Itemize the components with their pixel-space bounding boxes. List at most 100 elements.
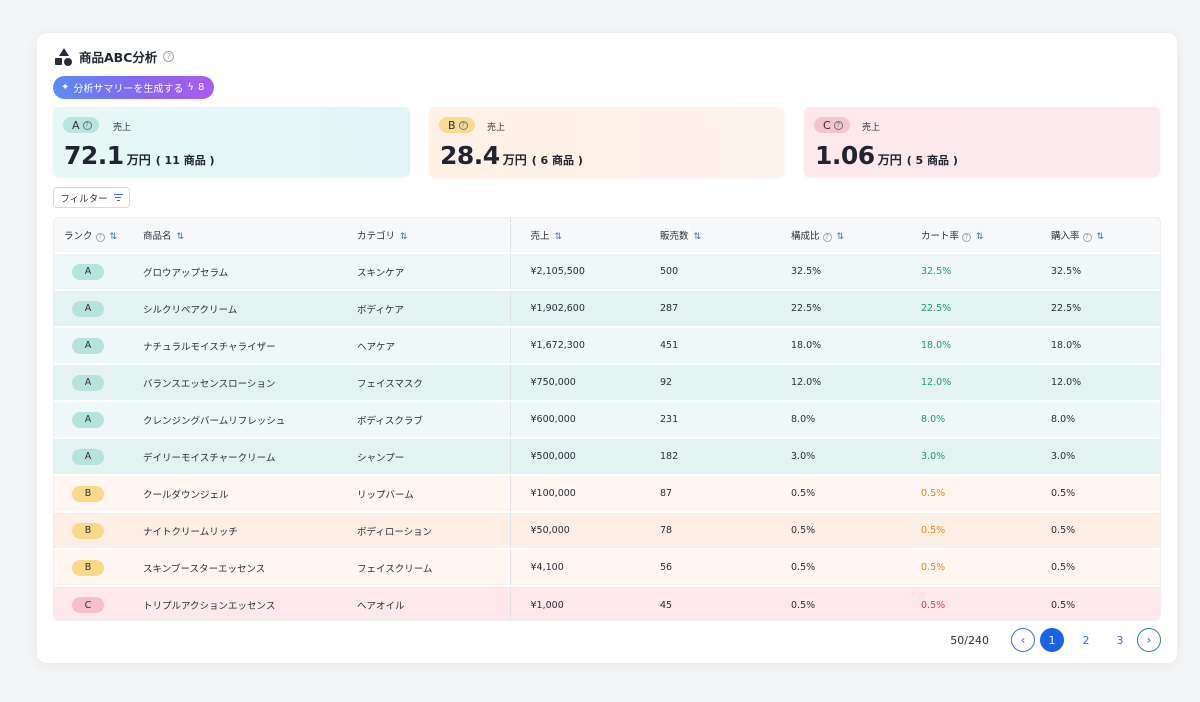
- cell-category: ボディローション: [347, 512, 511, 549]
- cell-cart-rate: 0.5%: [921, 525, 946, 536]
- col-share[interactable]: 構成比? ⇅: [771, 218, 901, 253]
- cell-product-name: バランスエッセンスローション: [143, 378, 276, 390]
- cell-purchase-rate: 0.5%: [1051, 525, 1076, 536]
- help-icon[interactable]: ?: [163, 51, 175, 62]
- table-row[interactable]: B クールダウンジェル リップバーム ¥100,000 87 0.5% 0.5% 0.5%: [54, 475, 1160, 512]
- rank-badge: C: [72, 597, 104, 613]
- help-icon[interactable]: ?: [82, 120, 92, 130]
- filter-label: フィルター: [60, 193, 108, 205]
- cell-share: 32.5%: [791, 266, 822, 277]
- page-3[interactable]: 3: [1108, 628, 1132, 652]
- cell-cart-rate: 18.0%: [921, 340, 952, 351]
- summary-amount: 72.1: [64, 141, 124, 170]
- summary-count: ( 6 商品 ): [531, 154, 583, 167]
- cell-rank: B: [54, 512, 132, 549]
- sort-icon: ⇅: [976, 232, 984, 242]
- rank-badge: A: [72, 300, 104, 317]
- table-row[interactable]: B ナイトクリームリッチ ボディローション ¥50,000 78 0.5% 0.5% 0.5%: [54, 512, 1160, 549]
- table-row[interactable]: A シルクリペアクリーム ボディケア ¥1,902,600 287 22.5% 22.5% 2…: [54, 290, 1160, 327]
- col-sales[interactable]: 売上 ⇅: [510, 218, 640, 253]
- table-row[interactable]: A グロウアップセラム スキンケア ¥2,105,500 500 32.5% 32.5% 32…: [54, 253, 1160, 290]
- cell-share: 22.5%: [791, 303, 822, 314]
- filter-button[interactable]: フィルター: [53, 187, 130, 208]
- col-product-name[interactable]: 商品名 ⇅: [132, 218, 347, 253]
- rank-pill-c: C ?: [814, 117, 850, 133]
- cell-quantity: 92: [660, 377, 673, 388]
- cell-cart-rate: 22.5%: [921, 303, 952, 314]
- cell-share: 3.0%: [791, 451, 816, 462]
- col-category[interactable]: カテゴリ ⇅: [347, 218, 511, 253]
- filter-icon: [113, 194, 123, 201]
- page-2[interactable]: 2: [1074, 628, 1098, 652]
- pagination-count: 50/240: [950, 633, 989, 647]
- help-icon: ?: [962, 233, 972, 242]
- cell-purchase-rate: 8.0%: [1051, 414, 1076, 425]
- cell-sales: ¥1,672,300: [530, 340, 585, 351]
- cell-sales: ¥750,000: [530, 377, 576, 388]
- cell-cart-rate: 8.0%: [921, 414, 946, 425]
- cell-rank: A: [54, 327, 132, 364]
- sort-icon: ⇅: [400, 232, 408, 242]
- cell-cart-rate: 0.5%: [921, 599, 946, 611]
- abc-analysis-card: 商品ABC分析 ? ✦ 分析サマリーを生成する ϟ 8 A ? 売上 72.1 …: [37, 33, 1177, 663]
- cell-category: ボディケア: [347, 290, 511, 327]
- cell-category: ヘアケア: [347, 327, 511, 364]
- cell-sales: ¥100,000: [530, 488, 576, 499]
- cell-rank: A: [54, 438, 132, 475]
- rank-badge: B: [72, 485, 104, 502]
- cell-category: フェイスマスク: [347, 364, 511, 401]
- help-icon[interactable]: ?: [833, 120, 843, 130]
- cell-share: 12.0%: [791, 377, 822, 388]
- summary-amount: 1.06: [815, 141, 875, 170]
- summary-label: 売上: [113, 123, 132, 133]
- col-rank[interactable]: ランク? ⇅: [54, 218, 132, 253]
- cell-purchase-rate: 0.5%: [1051, 599, 1076, 611]
- page-title: 商品ABC分析: [79, 50, 158, 65]
- rank-badge: A: [72, 411, 104, 428]
- summary-count: ( 5 商品 ): [906, 154, 958, 167]
- col-purchase-rate[interactable]: 購入率? ⇅: [1031, 218, 1160, 253]
- table-row[interactable]: C トリプルアクションエッセンス ヘアオイル ¥1,000 45 0.5% 0.5% 0.5%: [54, 586, 1160, 620]
- cell-share: 0.5%: [791, 599, 816, 611]
- generate-summary-button[interactable]: ✦ 分析サマリーを生成する ϟ 8: [53, 76, 215, 99]
- col-cart-rate[interactable]: カート率? ⇅: [901, 218, 1031, 253]
- col-quantity[interactable]: 販売数 ⇅: [640, 218, 771, 253]
- summary-value: 72.1 万円 ( 11 商品 ): [64, 141, 215, 170]
- bolt-icon: ϟ: [187, 82, 194, 93]
- product-table: ランク? ⇅ 商品名 ⇅ カテゴリ ⇅ 売上 ⇅ 販売数 ⇅ 構成比? ⇅ カート率? ⇅ 購…: [53, 217, 1161, 621]
- table-row[interactable]: A バランスエッセンスローション フェイスマスク ¥750,000 92 12.0% 12.…: [54, 364, 1160, 401]
- cell-product-name: クールダウンジェル: [143, 489, 229, 501]
- cell-rank: A: [54, 253, 132, 290]
- cell-purchase-rate: 22.5%: [1051, 303, 1082, 314]
- cell-cart-rate: 12.0%: [921, 377, 952, 388]
- cell-quantity: 231: [660, 414, 679, 425]
- rank-badge: A: [72, 448, 104, 465]
- table-row[interactable]: B スキンブースターエッセンス フェイスクリーム ¥4,100 56 0.5% 0.5% 0.…: [54, 549, 1160, 586]
- cell-quantity: 56: [660, 562, 673, 573]
- table-row[interactable]: A ナチュラルモイスチャライザー ヘアケア ¥1,672,300 451 18.0% 18.…: [54, 327, 1160, 364]
- cell-cart-rate: 3.0%: [921, 451, 946, 462]
- cell-quantity: 182: [660, 451, 679, 462]
- rank-badge: B: [72, 522, 104, 539]
- page-1[interactable]: 1: [1040, 628, 1064, 652]
- cell-category: スキンケア: [347, 253, 511, 290]
- cell-sales: ¥1,000: [530, 599, 564, 611]
- help-icon[interactable]: ?: [458, 120, 468, 130]
- cell-rank: A: [54, 364, 132, 401]
- sort-icon: ⇅: [836, 232, 845, 242]
- cell-rank: B: [54, 475, 132, 512]
- cell-cart-rate: 32.5%: [921, 266, 952, 277]
- summary-card-a: A ? 売上 72.1 万円 ( 11 商品 ): [53, 107, 410, 177]
- table-row[interactable]: A デイリーモイスチャークリーム シャンプー ¥500,000 182 3.0% 3.0% 3…: [54, 438, 1160, 475]
- table-row[interactable]: A クレンジングバームリフレッシュ ボディスクラブ ¥600,000 231 8.0% 8.…: [54, 401, 1160, 438]
- summary-value: 28.4 万円 ( 6 商品 ): [440, 141, 583, 170]
- cell-share: 8.0%: [791, 414, 816, 425]
- next-page-icon[interactable]: ›: [1137, 628, 1161, 652]
- rank-label: C: [823, 118, 831, 132]
- generate-summary-label: 分析サマリーを生成する: [73, 84, 184, 95]
- cell-product-name: デイリーモイスチャークリーム: [143, 452, 276, 464]
- prev-page-icon[interactable]: ‹: [1011, 628, 1035, 652]
- help-icon: ?: [95, 233, 105, 242]
- cell-product-name: シルクリペアクリーム: [143, 304, 238, 316]
- rank-badge: B: [72, 559, 104, 576]
